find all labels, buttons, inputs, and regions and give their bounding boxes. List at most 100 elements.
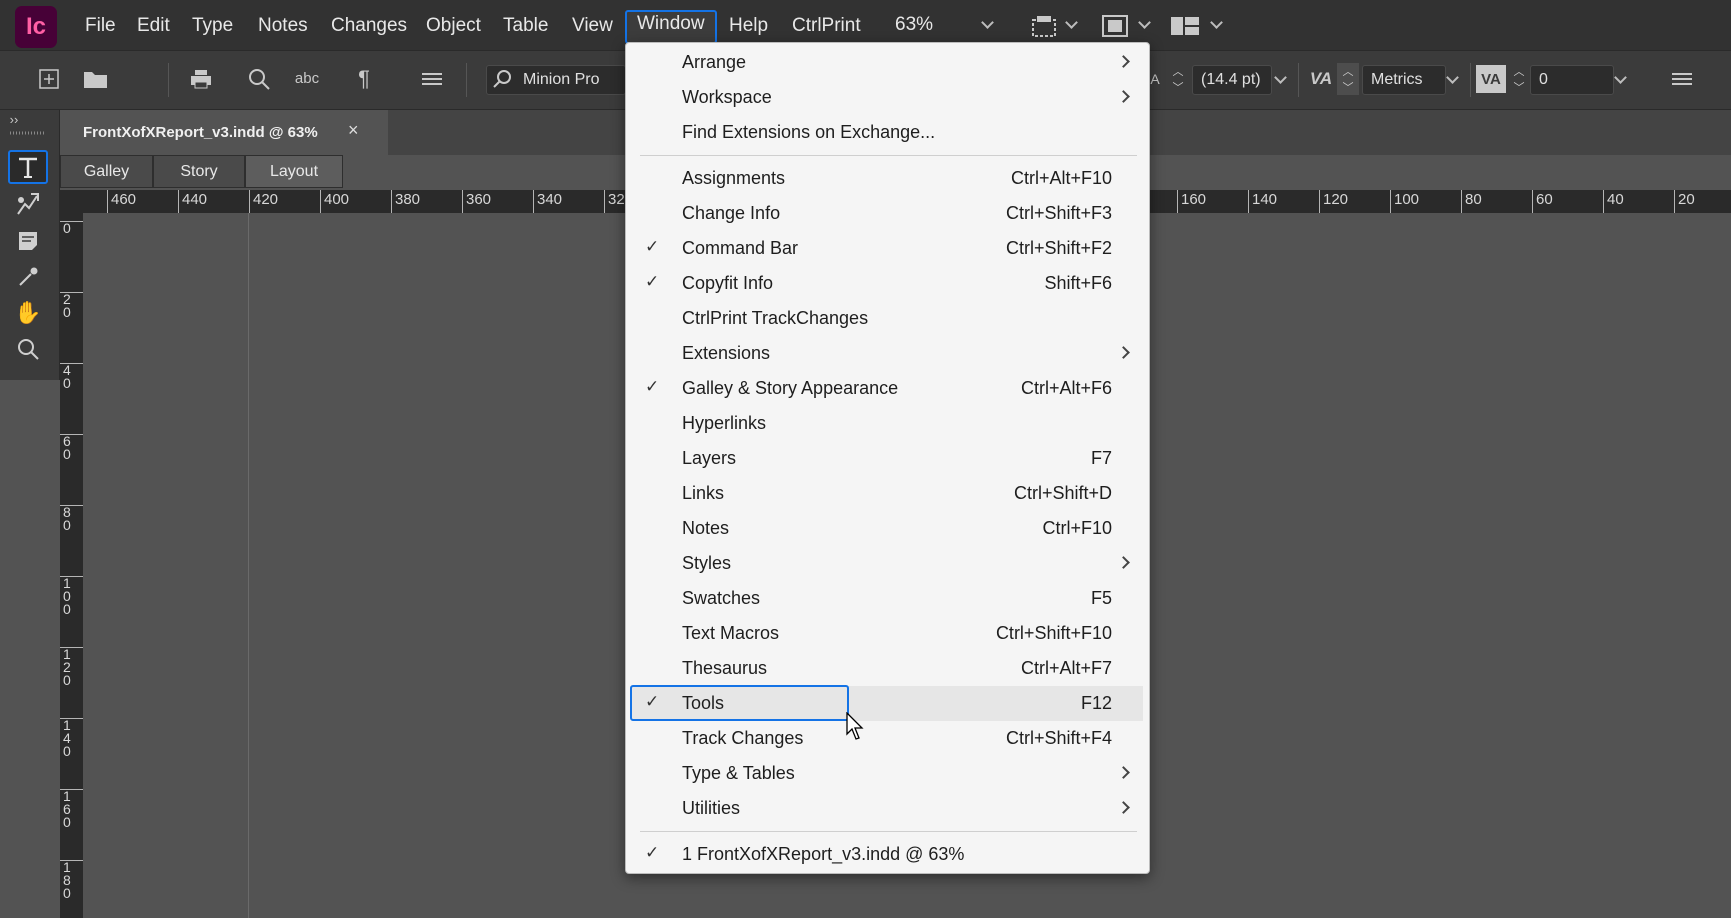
tracking-icon: VA <box>1476 65 1506 93</box>
menu-item-workspace[interactable]: Workspace <box>626 80 1149 115</box>
menu-table[interactable]: Table <box>503 12 548 42</box>
menu-ctrlprint[interactable]: CtrlPrint <box>792 12 861 42</box>
close-icon[interactable]: × <box>348 120 359 141</box>
menu-item-label: Assignments <box>682 168 786 188</box>
menu-item-thesaurus[interactable]: Thesaurus Ctrl+Alt+F7 <box>626 651 1149 686</box>
note-tool-icon[interactable] <box>8 224 48 258</box>
left-panel-background <box>0 380 60 918</box>
ruler-label: 40 <box>1603 190 1624 213</box>
menu-item-hyperlinks[interactable]: Hyperlinks <box>626 406 1149 441</box>
menu-item-swatches[interactable]: Swatches F5 <box>626 581 1149 616</box>
menu-item-ctrlprint-trackchanges[interactable]: CtrlPrint TrackChanges <box>626 301 1149 336</box>
ruler-label: 1 6 0 <box>60 789 83 829</box>
ruler-label: 440 <box>178 190 207 213</box>
menu-file[interactable]: File <box>85 12 116 42</box>
fit-page-chevron-down-icon[interactable] <box>1138 16 1151 29</box>
menu-item-label: Styles <box>682 553 732 573</box>
submenu-arrow-icon <box>1117 55 1130 68</box>
zoom-chevron-down-icon[interactable] <box>981 16 994 29</box>
tracking-field[interactable]: 0 <box>1530 65 1614 95</box>
menu-separator <box>640 155 1137 156</box>
tracking-value: 0 <box>1539 71 1548 88</box>
leading-chevron-down-icon[interactable] <box>1274 71 1287 84</box>
position-tool-icon[interactable] <box>8 187 48 221</box>
tracking-chevron-down-icon[interactable] <box>1614 71 1627 84</box>
new-document-icon[interactable] <box>35 65 63 93</box>
expand-panel-icon[interactable]: ›› <box>6 112 22 127</box>
fit-page-icon[interactable] <box>1098 12 1132 40</box>
hand-tool-icon[interactable]: ✋ <box>8 296 48 330</box>
menu-item-command-bar[interactable]: ✓ Command Bar Ctrl+Shift+F2 <box>626 231 1149 266</box>
submenu-arrow-icon <box>1117 801 1130 814</box>
pilcrow-icon[interactable]: ¶ <box>350 64 378 94</box>
menu-item-type-tables[interactable]: Type & Tables <box>626 756 1149 791</box>
leading-icon: A <box>1150 71 1160 87</box>
menu-help[interactable]: Help <box>729 12 768 42</box>
ruler-label: 20 <box>1674 190 1695 213</box>
spellcheck-icon[interactable]: abc <box>290 63 324 93</box>
vertical-ruler[interactable]: 0 2 0 4 0 6 0 8 0 1 0 0 1 2 0 1 4 0 1 6 … <box>60 213 83 918</box>
ruler-label: 140 <box>1248 190 1277 213</box>
menu-item-find-extensions[interactable]: Find Extensions on Exchange... <box>626 115 1149 150</box>
type-tool-icon[interactable] <box>8 150 48 184</box>
menu-item-layers[interactable]: Layers F7 <box>626 441 1149 476</box>
menu-notes[interactable]: Notes <box>258 12 308 42</box>
menu-item-galley-story-appearance[interactable]: ✓ Galley & Story Appearance Ctrl+Alt+F6 <box>626 371 1149 406</box>
zoom-tool-icon[interactable] <box>8 332 48 366</box>
menu-item-styles[interactable]: Styles <box>626 546 1149 581</box>
menu-item-shortcut: Ctrl+Shift+F10 <box>995 623 1112 643</box>
menu-type[interactable]: Type <box>192 12 233 42</box>
zoom-level[interactable]: 63% <box>895 14 933 36</box>
ruler-label: 60 <box>1532 190 1553 213</box>
find-icon[interactable] <box>244 65 274 93</box>
menu-item-text-macros[interactable]: Text Macros Ctrl+Shift+F10 <box>626 616 1149 651</box>
ruler-label: 380 <box>391 190 420 213</box>
ruler-label: 460 <box>107 190 136 213</box>
screen-mode-icon[interactable] <box>1027 12 1061 40</box>
kerning-stepper-icon[interactable]: ︿ ﹀ <box>1337 63 1359 95</box>
menu-edit[interactable]: Edit <box>137 12 170 42</box>
menu-item-copyfit-info[interactable]: ✓ Copyfit Info Shift+F6 <box>626 266 1149 301</box>
ruler-label: 6 0 <box>60 434 83 461</box>
menu-item-utilities[interactable]: Utilities <box>626 791 1149 826</box>
menu-object[interactable]: Object <box>426 12 481 42</box>
view-tabs: Galley Story Layout <box>60 155 343 188</box>
tab-galley[interactable]: Galley <box>60 155 153 188</box>
tab-story[interactable]: Story <box>153 155 245 188</box>
leading-field[interactable]: (14.4 pt) <box>1192 65 1272 95</box>
document-tab[interactable]: FrontXofXReport_v3.indd @ 63% <box>60 110 388 155</box>
menu-item-label: Layers <box>682 448 737 468</box>
menu-item-label: Extensions <box>682 343 771 363</box>
kerning-chevron-down-icon[interactable] <box>1446 71 1459 84</box>
menu-item-arrange[interactable]: Arrange <box>626 45 1149 80</box>
ruler-label: 80 <box>1461 190 1482 213</box>
tracking-stepper-icon[interactable]: ︿ ﹀ <box>1508 63 1530 95</box>
menu-item-assignments[interactable]: Assignments Ctrl+Alt+F10 <box>626 161 1149 196</box>
menu-item-links[interactable]: Links Ctrl+Shift+D <box>626 476 1149 511</box>
arrange-documents-icon[interactable] <box>1168 12 1202 40</box>
print-icon[interactable] <box>186 65 216 93</box>
open-folder-icon[interactable] <box>80 65 112 93</box>
arrange-chevron-down-icon[interactable] <box>1210 16 1223 29</box>
eyedropper-tool-icon[interactable] <box>8 260 48 294</box>
menu-item-shortcut: F5 <box>1090 588 1112 608</box>
menu-item-track-changes[interactable]: Track Changes Ctrl+Shift+F4 <box>626 721 1149 756</box>
leading-stepper-icon[interactable]: ︿ ﹀ <box>1167 63 1189 95</box>
menu-item-shortcut: Ctrl+Alt+F6 <box>1020 378 1112 398</box>
control-panel-menu-icon[interactable] <box>1668 65 1696 93</box>
menu-item-extensions[interactable]: Extensions <box>626 336 1149 371</box>
screen-mode-chevron-down-icon[interactable] <box>1065 16 1078 29</box>
ruler-label: 400 <box>320 190 349 213</box>
tab-layout[interactable]: Layout <box>245 155 343 188</box>
kerning-field[interactable]: Metrics <box>1362 65 1446 95</box>
menu-item-notes[interactable]: Notes Ctrl+F10 <box>626 511 1149 546</box>
menu-item-label: Notes <box>682 518 730 538</box>
menu-window[interactable]: Window <box>625 10 717 44</box>
document-tab-title: FrontXofXReport_v3.indd @ 63% <box>83 124 318 141</box>
menu-lines-icon[interactable] <box>418 65 446 93</box>
panel-grip-icon[interactable] <box>10 130 44 136</box>
menu-item-open-document[interactable]: ✓ 1 FrontXofXReport_v3.indd @ 63% <box>626 837 1149 872</box>
menu-changes[interactable]: Changes <box>331 12 407 42</box>
menu-view[interactable]: View <box>572 12 613 42</box>
menu-item-change-info[interactable]: Change Info Ctrl+Shift+F3 <box>626 196 1149 231</box>
